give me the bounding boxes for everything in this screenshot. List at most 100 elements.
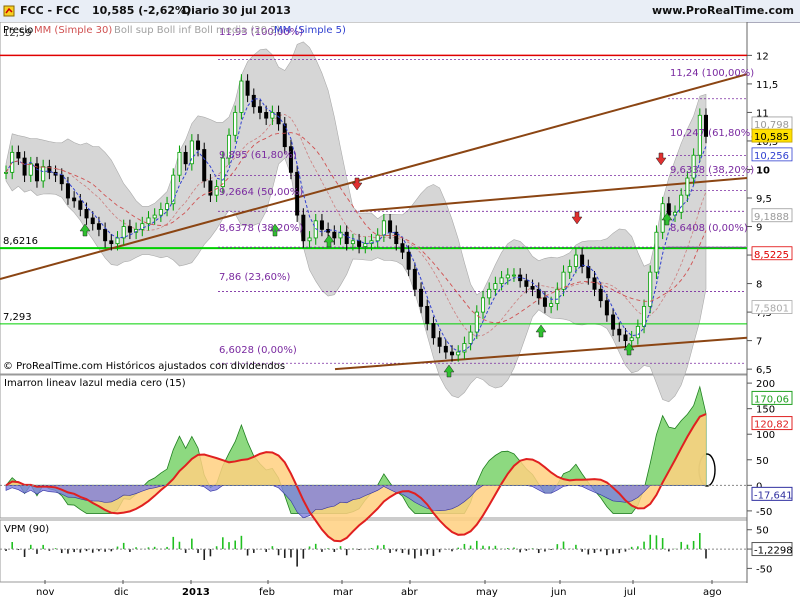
price-change-label: 10,585 (-2,62%): [92, 4, 192, 17]
candle-body: [623, 334, 628, 342]
price-tag-label: 10,585: [754, 132, 789, 143]
candle-body: [635, 325, 640, 339]
y-tick-label: 9: [756, 223, 762, 234]
y-tick-label: 10: [756, 165, 770, 176]
legend-bollinger: Boll sup Boll inf Boll media (20,2): [114, 25, 281, 36]
legend-sma5: MM (Simple 5): [274, 25, 346, 36]
candle-body: [22, 157, 27, 176]
candle-body: [629, 337, 634, 342]
candle-body: [567, 266, 572, 273]
candle-body: [78, 200, 83, 210]
candle-body: [456, 351, 461, 356]
x-tick-label: ago: [703, 587, 722, 598]
candle-body: [437, 337, 442, 347]
macd-tag-label: 170,06: [754, 394, 789, 405]
candle-body: [666, 203, 671, 216]
x-tick-label: mar: [333, 587, 354, 598]
vpm-title: VPM (90): [4, 524, 49, 535]
candle-body: [493, 283, 498, 290]
candle-body: [245, 80, 250, 96]
x-tick-label: nov: [36, 587, 54, 598]
fib-label: 7,86 (23,60%): [219, 272, 290, 283]
fib-label: 9,895 (61,80%): [219, 150, 297, 161]
candle-body: [474, 311, 479, 333]
candle-body: [183, 151, 188, 165]
candle-body: [152, 214, 157, 219]
candle-body: [121, 226, 126, 239]
x-tick-label: dic: [114, 587, 129, 598]
vpm-tag-label: -1,2298: [754, 546, 793, 557]
macd-tag-label: 120,82: [754, 420, 789, 431]
candle-body: [530, 286, 535, 290]
title-bar: FCC - FCC 10,585 (-2,62%) Diario 30 jul …: [0, 0, 800, 23]
candle-body: [84, 209, 89, 219]
x-tick-label: may: [476, 587, 498, 598]
macd-y-tick-label: 200: [756, 379, 775, 390]
candle-body: [350, 240, 355, 245]
candle-body: [536, 288, 541, 299]
fib-label: 10,247 (61,80%): [670, 128, 754, 139]
candle-body: [598, 288, 603, 302]
candle-body: [586, 266, 591, 279]
candle-body: [196, 140, 201, 150]
fib-label: 6,6028 (0,00%): [219, 345, 297, 356]
candle-body: [381, 220, 386, 236]
legend-price: Precio: [3, 25, 33, 36]
candle-body: [177, 151, 182, 176]
macd-y-tick-label: 50: [756, 456, 769, 467]
period-label: Diario: [182, 4, 220, 17]
candle-body: [555, 288, 560, 304]
candle-body: [220, 157, 225, 187]
site-label: www.ProRealTime.com: [651, 4, 794, 17]
candle-body: [251, 94, 256, 108]
y-tick-label: 8: [756, 280, 762, 291]
copyright-text: © ProRealTime.com Históricos ajustados c…: [3, 360, 285, 372]
fib-label: 11,24 (100,00%): [670, 68, 754, 79]
left-label: 8,6216: [3, 236, 38, 247]
candle-body: [264, 112, 269, 119]
fib-label: 8,6408 (0,00%): [670, 223, 748, 234]
candle-body: [487, 288, 492, 299]
candle-body: [65, 183, 70, 199]
candle-body: [443, 345, 448, 353]
candle-body: [450, 351, 455, 356]
candle-body: [412, 268, 417, 290]
candle-body: [499, 277, 504, 284]
candle-body: [72, 197, 77, 202]
candle-body: [276, 112, 281, 125]
candle-body: [604, 300, 609, 316]
candle-body: [573, 254, 578, 267]
candle-body: [431, 323, 436, 339]
fib-label: 9,2664 (50,00%): [219, 187, 303, 198]
vpm-y-tick-label: 50: [756, 526, 769, 537]
fib-label: 9,6338 (38,20%): [670, 165, 754, 176]
candle-body: [611, 314, 616, 330]
candle-body: [549, 303, 554, 307]
candle-body: [158, 209, 163, 216]
macd-y-tick-label: -50: [756, 507, 772, 518]
candle-body: [363, 243, 368, 247]
candle-body: [257, 106, 262, 113]
candle-body: [542, 297, 547, 307]
candle-body: [239, 80, 244, 113]
candle-body: [518, 274, 523, 282]
candle-body: [319, 220, 324, 230]
vpm-y-tick-label: -50: [756, 564, 772, 575]
candle-body: [685, 177, 690, 196]
candle-body: [90, 217, 95, 225]
candle-body: [344, 231, 349, 245]
candle-body: [505, 274, 510, 279]
candle-body: [419, 288, 424, 307]
candle-body: [208, 180, 213, 196]
candle-body: [59, 174, 64, 185]
candle-body: [480, 297, 485, 313]
candle-body: [617, 328, 622, 336]
candle-body: [96, 223, 101, 230]
price-tag-label: 7,5801: [754, 304, 789, 315]
candle-body: [406, 251, 411, 270]
candle-body: [524, 280, 529, 287]
candle-body: [109, 240, 114, 245]
candle-body: [282, 123, 287, 148]
candle-body: [165, 203, 170, 210]
x-tick-label: feb: [259, 587, 275, 598]
